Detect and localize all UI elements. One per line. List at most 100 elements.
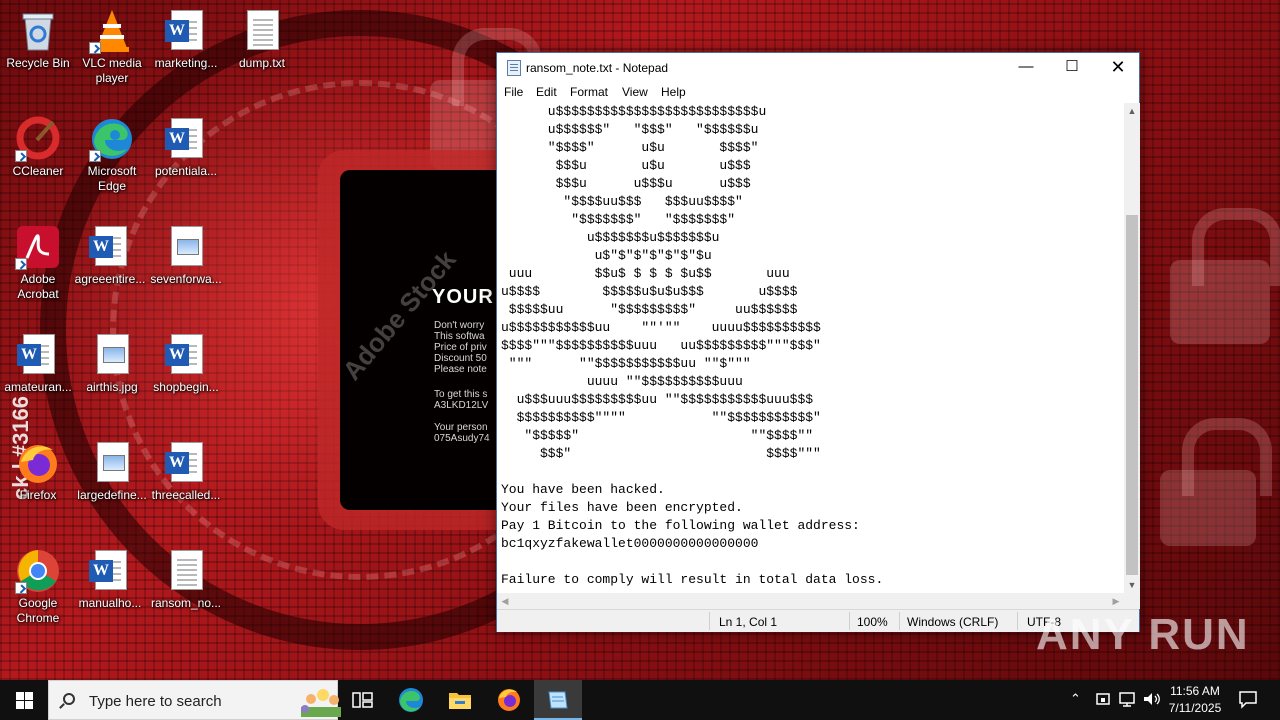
maximize-button[interactable]: ☐	[1049, 53, 1095, 83]
search-icon	[63, 693, 75, 705]
search-highlight-flowers-icon	[299, 685, 341, 717]
task-view-icon	[338, 692, 386, 720]
recycle-bin-icon	[15, 8, 61, 54]
network-icon[interactable]	[1118, 689, 1138, 720]
minimize-button[interactable]: —	[1003, 53, 1049, 83]
horizontal-scrollbar[interactable]: ◀ ▶	[497, 593, 1124, 609]
word-doc-icon: W	[163, 116, 209, 162]
edge-icon	[387, 688, 435, 720]
acrobat-icon	[15, 224, 61, 270]
scroll-left-arrow-icon[interactable]: ◀	[497, 593, 513, 609]
icon-label: sevenforwa...	[150, 272, 222, 286]
scroll-up-arrow-icon[interactable]: ▲	[1124, 103, 1140, 119]
notifications-icon[interactable]	[1238, 689, 1258, 720]
firefox-icon	[485, 689, 533, 720]
desktop-icon-sevenforwa[interactable]: sevenforwa...	[148, 224, 224, 287]
image-file-icon	[89, 332, 135, 378]
taskbar-search-box[interactable]: Type here to search	[48, 680, 341, 720]
word-doc-icon: W	[87, 548, 133, 594]
taskbar-clock[interactable]: 11:56 AM 7/11/2025	[1160, 683, 1230, 717]
wallpaper-text: A3LKD12LV	[434, 400, 489, 411]
desktop-icon-microsoft-edge[interactable]: Microsoft Edge	[74, 116, 150, 194]
text-editor[interactable]: u$$$$$$$$$$$$$$$$$$$$$$$$$$u u$$$$$$" "$…	[497, 103, 1124, 593]
menu-file[interactable]: File	[504, 85, 523, 99]
desktop-icon-amateuran[interactable]: W amateuran...	[0, 332, 76, 395]
desktop-icon-threecalled[interactable]: W threecalled...	[148, 440, 224, 503]
vlc-icon	[89, 8, 135, 54]
desktop-icon-potentiala[interactable]: W potentiala...	[148, 116, 224, 179]
volume-icon[interactable]	[1142, 689, 1162, 720]
icon-label: potentiala...	[154, 164, 218, 178]
scrollbar-thumb[interactable]	[1126, 215, 1138, 575]
taskbar-notepad-button[interactable]	[534, 680, 582, 720]
desktop-icon-shopbegin[interactable]: W shopbegin...	[148, 332, 224, 395]
desktop-icon-google-chrome[interactable]: Google Chrome	[0, 548, 76, 626]
scroll-down-arrow-icon[interactable]: ▼	[1124, 577, 1140, 593]
desktop-icon-marketing[interactable]: W marketing...	[148, 8, 224, 71]
word-doc-icon: W	[163, 332, 209, 378]
vertical-scrollbar[interactable]: ▲ ▼	[1124, 103, 1140, 593]
icon-label: airthis.jpg	[86, 380, 138, 394]
chrome-icon	[15, 548, 61, 594]
wallpaper-text: Discount 50	[434, 353, 487, 364]
edge-icon	[89, 116, 135, 162]
icon-label: largedefine...	[77, 488, 147, 502]
desktop-icon-adobe-acrobat[interactable]: Adobe Acrobat	[0, 224, 76, 302]
image-file-icon	[163, 224, 209, 270]
icon-label: CCleaner	[12, 164, 64, 178]
notepad-icon	[534, 691, 582, 720]
icon-label: Firefox	[19, 488, 57, 502]
menu-help[interactable]: Help	[661, 85, 686, 99]
close-button[interactable]: ✕	[1095, 53, 1141, 83]
wallpaper-text: Your person	[434, 422, 488, 433]
icon-label: shopbegin...	[153, 380, 219, 394]
desktop-icon-airthis[interactable]: airthis.jpg	[74, 332, 150, 395]
icon-label: manualho...	[78, 596, 142, 610]
icon-label: threecalled...	[151, 488, 221, 502]
anyrun-watermark: ANY RUN	[1036, 610, 1250, 659]
desktop-icon-largedefine[interactable]: largedefine...	[74, 440, 150, 503]
menu-view[interactable]: View	[622, 85, 648, 99]
desktop-icon-agreeentire[interactable]: W agreeentire...	[72, 224, 148, 287]
icon-label: dump.txt	[238, 56, 286, 70]
task-view-button[interactable]	[338, 680, 386, 720]
desktop-icon-ransom-note[interactable]: ransom_no...	[148, 548, 224, 611]
icon-label: Recycle Bin	[6, 56, 70, 70]
notepad-window[interactable]: ransom_note.txt - Notepad — ☐ ✕ File Edi…	[496, 52, 1140, 632]
title-bar[interactable]: ransom_note.txt - Notepad — ☐ ✕	[497, 53, 1139, 83]
notepad-icon	[507, 60, 521, 76]
taskbar-file-explorer-button[interactable]	[436, 680, 484, 720]
shortcut-arrow-icon	[15, 258, 27, 270]
desktop-icon-vlc[interactable]: VLC media player	[74, 8, 150, 86]
ccleaner-icon	[15, 116, 61, 162]
status-position: Ln 1, Col 1	[719, 615, 778, 629]
taskbar-firefox-button[interactable]	[485, 680, 533, 720]
shortcut-arrow-icon	[89, 42, 101, 54]
editor-content: u$$$$$$$$$$$$$$$$$$$$$$$$$$u u$$$$$$" "$…	[501, 104, 884, 587]
wallpaper-text: Price of priv	[434, 342, 487, 353]
menu-bar: File Edit Format View Help	[497, 83, 1139, 103]
wallpaper-text: To get this s	[434, 389, 488, 400]
padlock-icon	[1170, 208, 1280, 344]
desktop-icon-manualho[interactable]: W manualho...	[72, 548, 148, 611]
wallpaper-text: Please note	[434, 364, 487, 375]
network-share-icon[interactable]	[1094, 689, 1112, 720]
menu-edit[interactable]: Edit	[536, 85, 557, 99]
show-hidden-icons-chevron-icon[interactable]: ⌃	[1070, 691, 1081, 720]
desktop-icon-recycle-bin[interactable]: Recycle Bin	[0, 8, 76, 71]
word-doc-icon: W	[163, 440, 209, 486]
desktop-icon-dump-txt[interactable]: dump.txt	[224, 8, 300, 71]
scroll-right-arrow-icon[interactable]: ▶	[1108, 593, 1124, 609]
window-title: ransom_note.txt - Notepad	[526, 61, 669, 75]
desktop-icon-firefox[interactable]: Firefox	[0, 440, 76, 503]
clock-date: 7/11/2025	[1168, 701, 1222, 715]
menu-format[interactable]: Format	[570, 85, 608, 99]
start-button[interactable]	[0, 680, 48, 720]
padlock-icon	[1160, 418, 1272, 546]
desktop-icon-ccleaner[interactable]: CCleaner	[0, 116, 76, 179]
firefox-icon	[15, 440, 61, 486]
word-doc-icon: W	[163, 8, 209, 54]
wallpaper-text: Don't worry	[434, 320, 485, 331]
icon-label: VLC media player	[82, 56, 142, 85]
taskbar-edge-button[interactable]	[387, 680, 435, 720]
